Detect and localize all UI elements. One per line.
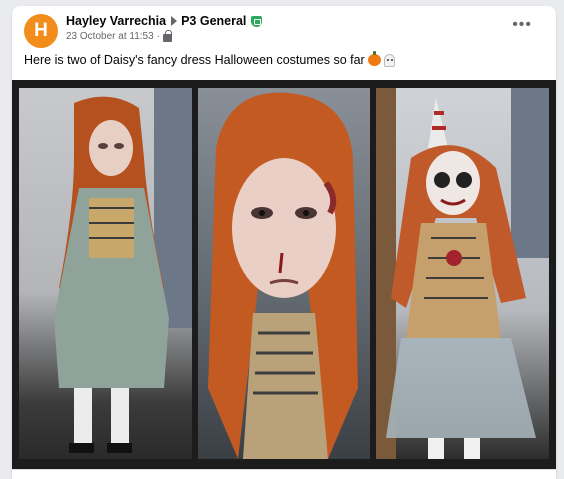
group-name[interactable]: P3 General <box>181 14 246 28</box>
meta-separator: · <box>156 31 160 42</box>
avatar[interactable]: H <box>24 14 58 48</box>
photo-2[interactable] <box>198 88 370 459</box>
audience-icon <box>163 29 172 42</box>
post-header: Hayley Varrechia P3 General <box>66 14 263 28</box>
post-timestamp[interactable]: 23 October at 11:53 <box>66 31 154 42</box>
photo-grid <box>12 80 556 469</box>
photo-3[interactable] <box>376 88 549 459</box>
more-options-icon[interactable]: ••• <box>512 16 532 34</box>
admin-shield-icon <box>251 15 263 27</box>
post-text-body: Here is two of Daisy's fancy dress Hallo… <box>24 53 365 67</box>
photo-1[interactable] <box>19 88 192 459</box>
caret-right-icon <box>171 16 178 26</box>
ghost-emoji <box>383 53 395 67</box>
post-card: H Hayley Varrechia P3 General 23 October… <box>12 6 556 479</box>
post-footer-divider <box>12 469 556 479</box>
post-text: Here is two of Daisy's fancy dress Hallo… <box>24 51 395 67</box>
post-meta: 23 October at 11:53 · <box>66 29 172 42</box>
author-name[interactable]: Hayley Varrechia <box>66 14 166 28</box>
pumpkin-emoji <box>367 51 381 66</box>
